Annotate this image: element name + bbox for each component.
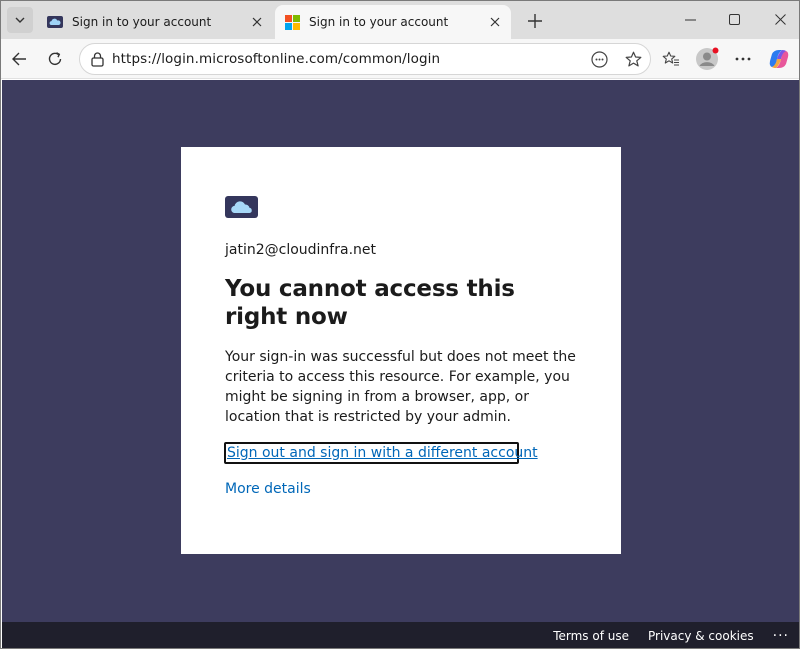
lock-icon [90,51,104,67]
microsoft-logo-icon [285,14,300,30]
maximize-button[interactable] [711,5,757,33]
copilot-button[interactable] [765,45,793,73]
tab-inactive[interactable]: Sign in to your account [37,5,273,39]
close-icon [252,17,262,27]
tab-title: Sign in to your account [72,15,212,29]
reader-mode-icon [590,50,608,68]
tab-actions-button[interactable] [7,7,33,33]
tab-title: Sign in to your account [309,15,449,29]
error-message: Your sign-in was successful but does not… [225,349,576,425]
sign-out-link[interactable]: Sign out and sign in with a different ac… [224,442,538,464]
refresh-button[interactable] [41,45,69,73]
close-icon [774,13,786,25]
page-footer: Terms of use Privacy & cookies ··· [2,622,799,648]
account-identity: jatin2@cloudinfra.net [225,242,376,258]
more-icon [735,57,751,61]
terms-of-use-link[interactable]: Terms of use [553,629,629,643]
arrow-left-icon [12,52,26,66]
refresh-icon [48,52,62,65]
address-bar[interactable]: https://login.microsoftonline.com/common… [79,43,651,75]
maximize-icon [728,13,740,25]
page-title: You cannot access this right now [225,276,515,330]
settings-and-more-button[interactable] [729,45,757,73]
more-details-link[interactable]: More details [225,481,311,497]
star-icon [625,51,641,66]
close-icon [490,17,500,27]
plus-icon [528,14,542,28]
page-content: jatin2@cloudinfra.net You cannot access … [2,80,799,622]
back-button[interactable] [5,45,33,73]
cloud-icon [230,200,252,213]
tab-strip: Sign in to your account Sign in to your … [1,1,799,39]
reader-mode-button[interactable] [582,45,616,73]
favorites-button[interactable] [657,45,685,73]
favorites-list-icon [662,51,679,66]
close-tab-button[interactable] [485,12,505,32]
minimize-button[interactable] [667,5,713,33]
privacy-cookies-link[interactable]: Privacy & cookies [648,629,754,643]
minimize-icon [684,19,696,20]
url-text[interactable]: https://login.microsoftonline.com/common… [112,51,582,67]
site-info-button[interactable] [82,51,112,67]
chevron-down-icon [15,17,25,23]
browser-window: Sign in to your account Sign in to your … [0,0,800,649]
copilot-icon [769,50,789,68]
add-favorite-button[interactable] [616,45,650,73]
organization-logo [225,196,258,218]
profile-button[interactable] [693,45,721,73]
close-tab-button[interactable] [247,12,267,32]
navigation-toolbar: https://login.microsoftonline.com/common… [1,39,799,79]
tab-active[interactable]: Sign in to your account [275,5,511,39]
cloud-favicon-icon [47,16,63,28]
new-tab-button[interactable] [521,9,549,33]
footer-more-button[interactable]: ··· [773,628,789,644]
close-window-button[interactable] [757,5,799,33]
profile-icon [696,47,719,70]
sign-in-card: jatin2@cloudinfra.net You cannot access … [181,147,621,554]
